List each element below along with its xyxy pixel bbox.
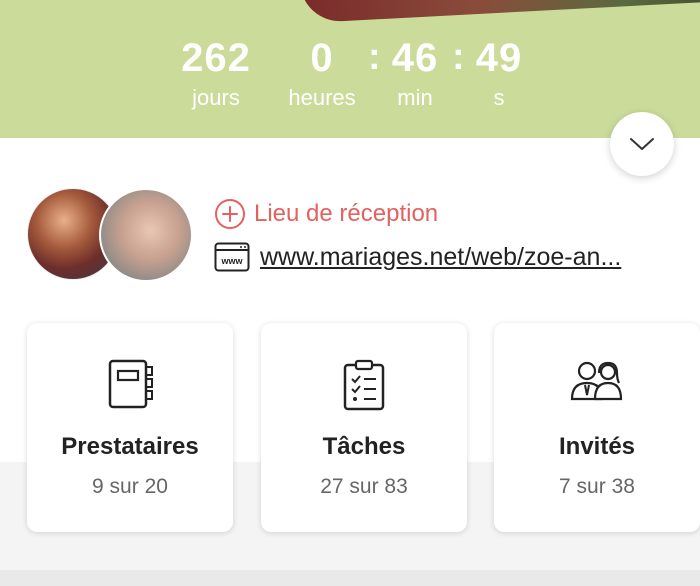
add-venue-link[interactable]: Lieu de réception [214, 198, 438, 230]
card-tasks[interactable]: Tâches 27 sur 83 [261, 323, 467, 532]
countdown: 262 jours 0 heures : 46 min : 49 s [0, 36, 700, 126]
website-link[interactable]: www.mariages.net/web/zoe-an... [260, 243, 670, 272]
avatar[interactable] [99, 188, 193, 282]
countdown-hours-label: heures [288, 85, 356, 110]
website-row[interactable]: www www.mariages.net/web/zoe-an... [214, 240, 670, 274]
card-count: 9 sur 20 [92, 475, 168, 498]
card-guests[interactable]: Invités 7 sur 38 [494, 323, 700, 532]
countdown-hours-value: 0 [310, 36, 334, 80]
countdown-separator: : [368, 36, 381, 78]
countdown-minutes: 46 min [380, 36, 450, 112]
section-divider [0, 570, 700, 586]
svg-text:www: www [220, 256, 243, 266]
card-title: Tâches [322, 433, 406, 460]
chevron-down-icon [630, 138, 654, 150]
countdown-hours: 0 heures [276, 36, 368, 112]
card-count: 7 sur 38 [559, 475, 635, 498]
cover-photo [298, 0, 700, 24]
countdown-seconds-value: 49 [475, 36, 523, 80]
guests-icon [570, 361, 623, 401]
card-title: Prestataires [61, 433, 199, 460]
notebook-icon [108, 359, 153, 409]
add-circle-icon [215, 199, 245, 229]
countdown-separator: : [452, 36, 465, 78]
countdown-seconds: 49 s [464, 36, 534, 112]
countdown-days-value: 262 [181, 36, 251, 80]
expand-button[interactable] [610, 112, 674, 176]
couple-avatars[interactable] [27, 188, 193, 282]
countdown-days-label: jours [192, 85, 240, 110]
card-vendors[interactable]: Prestataires 9 sur 20 [27, 323, 233, 532]
countdown-seconds-label: s [493, 85, 505, 110]
clipboard-checklist-icon [343, 359, 385, 411]
website-icon: www [214, 242, 250, 272]
card-title: Invités [558, 433, 636, 460]
venue-label: Lieu de réception [254, 200, 439, 227]
card-count: 27 sur 83 [320, 475, 408, 498]
countdown-minutes-value: 46 [391, 36, 439, 80]
countdown-days: 262 jours [168, 36, 264, 112]
countdown-banner: 262 jours 0 heures : 46 min : 49 s [0, 0, 700, 138]
countdown-minutes-label: min [397, 85, 433, 110]
